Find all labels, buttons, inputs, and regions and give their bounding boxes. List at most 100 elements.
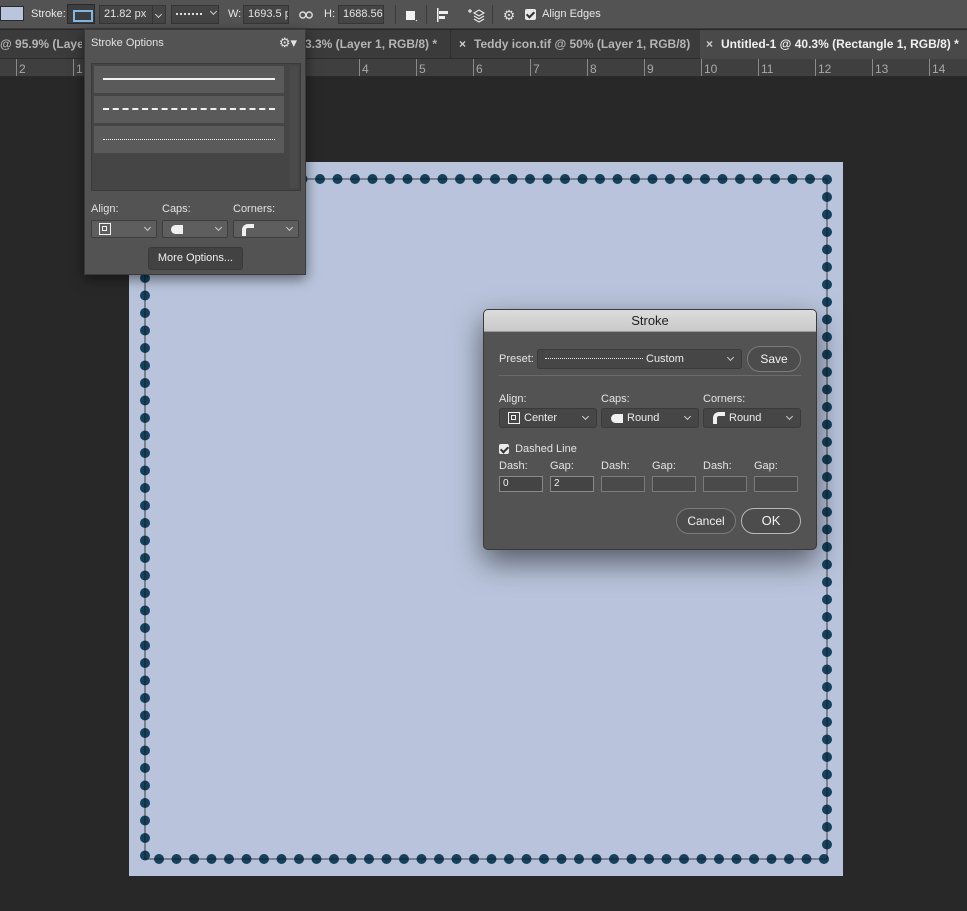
photoshop-window: { "options_bar": { "stroke_label": "Stro…	[0, 0, 967, 911]
caps-label: Caps:	[601, 393, 630, 405]
dotted-line-icon	[176, 13, 202, 16]
gap-3-input[interactable]	[754, 476, 798, 492]
stroke-width-dropdown[interactable]	[152, 5, 166, 24]
cancel-button[interactable]: Cancel	[676, 508, 736, 534]
link-icon[interactable]	[296, 5, 316, 25]
corners-label: Corners:	[703, 393, 746, 405]
preset-dashed-line[interactable]	[94, 96, 284, 123]
width-field[interactable]: 1693.5 p	[243, 5, 289, 24]
ruler-tick: 11	[758, 59, 773, 76]
chevron-down-icon	[285, 223, 294, 232]
tab-document-2[interactable]: 3.3% (Layer 1, RGB/8) *	[305, 30, 445, 59]
dash-1-input[interactable]: 0	[499, 476, 543, 492]
align-center-icon	[508, 412, 520, 424]
gear-icon[interactable]: ⚙▾	[279, 35, 297, 51]
tab-label: @ 95.9% (Layer	[0, 37, 82, 51]
dashed-line-checkbox[interactable]	[499, 444, 509, 455]
dash-3-input[interactable]	[703, 476, 747, 492]
height-label: H:	[324, 8, 335, 20]
chevron-down-icon	[214, 223, 223, 232]
tab-teddy-icon[interactable]: × Teddy icon.tif @ 50% (Layer 1, RGB/8)	[450, 30, 700, 59]
chevron-down-icon	[581, 412, 590, 421]
align-dropdown[interactable]	[91, 220, 157, 238]
stroke-color-swatch[interactable]	[67, 4, 95, 24]
tab-label: Untitled-1 @ 40.3% (Rectangle 1, RGB/8) …	[721, 37, 959, 51]
align-label: Align:	[91, 203, 119, 215]
align-dropdown[interactable]: Center	[499, 408, 597, 428]
align-label: Align:	[499, 393, 527, 405]
close-icon[interactable]: ×	[459, 30, 466, 59]
options-bar: Stroke: 21.82 px W: 1693.5 p H: 1688.56 …	[0, 0, 967, 29]
stroke-preset-list	[91, 63, 301, 191]
caps-dropdown[interactable]	[162, 220, 228, 238]
dash-label: Dash:	[703, 460, 732, 472]
dash-label: Dash:	[499, 460, 528, 472]
gap-1-input[interactable]: 2	[550, 476, 594, 492]
chevron-down-icon	[143, 223, 152, 232]
tab-document-1[interactable]: @ 95.9% (Layer	[0, 30, 82, 59]
ruler-tick: 12	[815, 59, 831, 76]
preset-label: Preset:	[499, 353, 534, 365]
more-options-button[interactable]: More Options...	[148, 247, 243, 270]
path-alignment-icon[interactable]	[433, 5, 453, 25]
preset-solid-line[interactable]	[94, 66, 284, 93]
preset-dropdown[interactable]: Custom	[537, 349, 742, 369]
ruler-tick: 8	[587, 59, 597, 76]
separator	[426, 5, 427, 24]
round-corner-icon	[242, 224, 254, 236]
panel-title: Stroke Options	[91, 37, 164, 49]
align-edges-control[interactable]: Align Edges	[525, 0, 601, 29]
dash-2-input[interactable]	[601, 476, 645, 492]
align-value: Center	[524, 412, 558, 424]
ruler-tick: 7	[530, 59, 540, 76]
stroke-dialog: Stroke Preset: Custom Save Align: Caps: …	[483, 309, 817, 550]
ruler-tick: 4	[359, 59, 369, 76]
chevron-down-icon	[683, 412, 692, 421]
caps-value: Round	[627, 412, 660, 424]
gap-2-input[interactable]	[652, 476, 696, 492]
corners-value: Round	[729, 412, 762, 424]
dialog-title: Stroke	[484, 310, 816, 332]
round-cap-icon	[611, 414, 623, 423]
path-operations-icon[interactable]	[401, 5, 421, 25]
preset-dotted-line[interactable]	[94, 126, 284, 153]
gap-label: Gap:	[550, 460, 574, 472]
tab-label: 3.3% (Layer 1, RGB/8) *	[305, 37, 438, 51]
stroke-type-dropdown[interactable]	[171, 5, 219, 24]
fill-color-swatch[interactable]	[0, 6, 24, 21]
separator	[492, 5, 493, 24]
close-icon[interactable]: ×	[706, 30, 713, 59]
chevron-down-icon	[210, 7, 218, 16]
stroke-width-field[interactable]: 21.82 px	[99, 5, 154, 24]
ruler-tick: 5	[416, 59, 426, 76]
ruler-tick: 13	[872, 59, 888, 76]
path-arrangement-icon[interactable]	[466, 5, 486, 25]
ruler-tick: 1	[73, 59, 83, 76]
separator	[395, 5, 396, 24]
preset-value: Custom	[646, 353, 684, 365]
stroke-options-panel: Stroke Options ⚙▾ Align: Caps: Corners: …	[84, 29, 306, 275]
ruler-tick: 14	[929, 59, 945, 76]
scrollbar[interactable]	[290, 66, 298, 188]
divider	[499, 375, 801, 376]
dashed-line-control[interactable]: Dashed Line	[499, 443, 577, 455]
caps-dropdown[interactable]: Round	[601, 408, 699, 428]
ruler-tick: 9	[644, 59, 654, 76]
gear-icon[interactable]: ⚙	[499, 5, 519, 25]
tab-untitled-1[interactable]: × Untitled-1 @ 40.3% (Rectangle 1, RGB/8)…	[700, 30, 967, 59]
corners-dropdown[interactable]: Round	[703, 408, 801, 428]
ruler-tick: 2	[16, 59, 26, 76]
align-edges-label: Align Edges	[542, 8, 601, 20]
chevron-down-icon	[726, 353, 735, 362]
chevron-down-icon	[785, 412, 794, 421]
corners-label: Corners:	[233, 203, 276, 215]
gap-label: Gap:	[754, 460, 778, 472]
align-edges-checkbox[interactable]	[525, 8, 536, 20]
stroke-label: Stroke:	[31, 8, 66, 20]
ok-button[interactable]: OK	[741, 508, 801, 534]
align-center-icon	[99, 223, 111, 235]
save-button[interactable]: Save	[747, 346, 801, 372]
corners-dropdown[interactable]	[233, 220, 299, 238]
height-field[interactable]: 1688.56	[338, 5, 384, 24]
dotted-line-icon	[545, 358, 643, 359]
